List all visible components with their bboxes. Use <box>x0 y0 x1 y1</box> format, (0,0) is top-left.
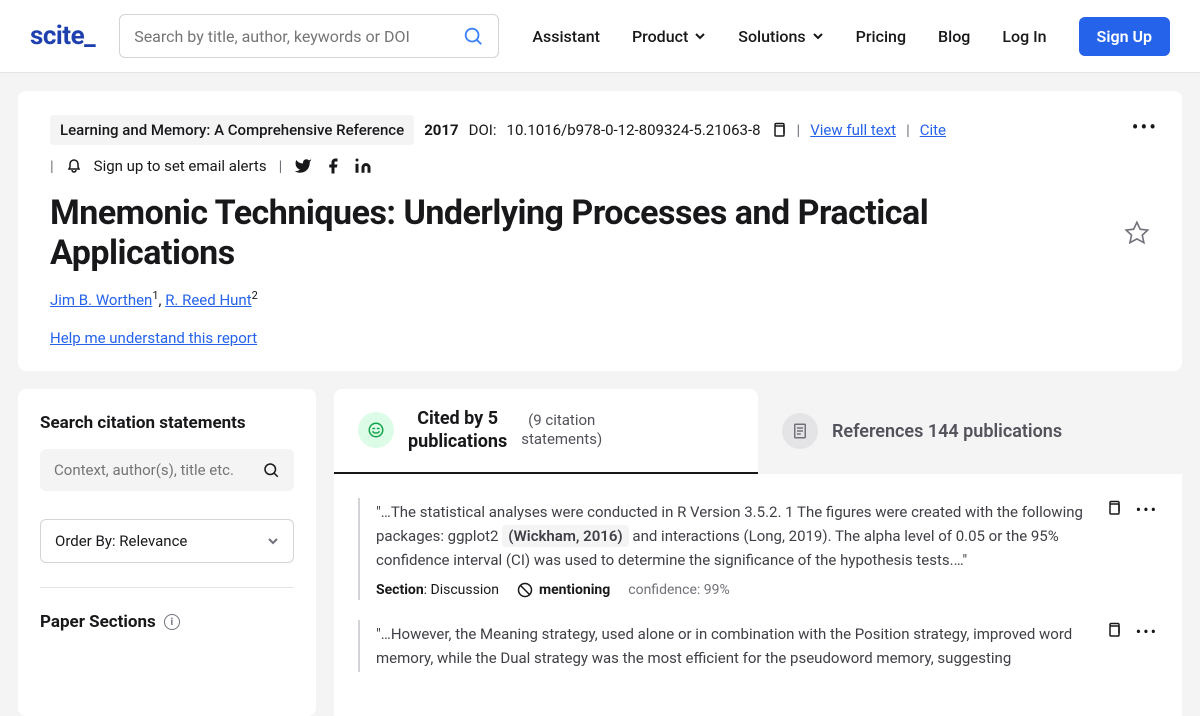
star-icon[interactable] <box>1124 220 1150 246</box>
section-label: Section <box>376 582 424 598</box>
cited-by-line1: Cited by 5 <box>417 407 498 430</box>
affiliation-sup: 2 <box>252 289 258 302</box>
more-menu-icon[interactable]: ••• <box>1136 622 1158 641</box>
separator: | <box>279 157 283 175</box>
logo[interactable]: scite_ <box>30 21 95 51</box>
nav-pricing[interactable]: Pricing <box>856 27 906 46</box>
doi-label: DOI: <box>469 121 497 139</box>
paper-meta-row-2: | Sign up to set email alerts | <box>50 157 1150 175</box>
separator: | <box>906 121 910 139</box>
confidence-label: confidence: <box>628 582 703 598</box>
copy-icon[interactable] <box>1106 500 1122 516</box>
cite-link[interactable]: Cite <box>920 121 946 139</box>
paper-year: 2017 <box>424 121 458 139</box>
citation-actions: ••• <box>1086 620 1158 692</box>
citation-meta: Section: Discussion mentioning confidenc… <box>376 582 1086 598</box>
separator: | <box>797 121 801 139</box>
journal-badge[interactable]: Learning and Memory: A Comprehensive Ref… <box>50 115 414 145</box>
tabs: Cited by 5 publications (9 citation stat… <box>334 389 1182 474</box>
mentioning-icon <box>517 582 533 598</box>
quote-icon <box>367 421 385 439</box>
search-input[interactable] <box>134 27 462 46</box>
nav-product-label: Product <box>632 27 688 46</box>
help-understand-link[interactable]: Help me understand this report <box>50 329 257 347</box>
paper-title: Mnemonic Techniques: Underlying Processe… <box>50 193 1150 273</box>
citation-item: "…However, the Meaning strategy, used al… <box>358 620 1086 672</box>
view-full-text-link[interactable]: View full text <box>810 121 896 139</box>
lower-section: Search citation statements Order By: Rel… <box>18 389 1182 716</box>
facebook-icon[interactable] <box>324 157 342 175</box>
main-column: Cited by 5 publications (9 citation stat… <box>334 389 1182 716</box>
paper-title-text: Mnemonic Techniques: Underlying Processe… <box>50 193 1112 273</box>
document-icon <box>791 422 809 440</box>
section-name: : Discussion <box>424 582 499 598</box>
confidence-value: 99% <box>704 582 730 598</box>
search-citations-title: Search citation statements <box>40 413 294 433</box>
nav-assistant[interactable]: Assistant <box>532 27 600 46</box>
nav-login[interactable]: Log In <box>1002 27 1046 46</box>
references-label: References 144 publications <box>832 420 1062 443</box>
citation-type: mentioning <box>539 582 610 598</box>
citation-row: "…However, the Meaning strategy, used al… <box>358 620 1158 692</box>
cited-by-sub1: (9 citation <box>528 411 595 431</box>
tab-references[interactable]: References 144 publications <box>758 389 1182 474</box>
paper-card: ••• Learning and Memory: A Comprehensive… <box>18 91 1182 371</box>
cited-by-sub2: statements) <box>521 430 602 450</box>
top-header: scite_ Assistant Product Solutions Prici… <box>0 0 1200 73</box>
citation-filter-input[interactable] <box>40 449 294 491</box>
more-menu-icon[interactable]: ••• <box>1136 500 1158 519</box>
citation-actions: ••• <box>1086 498 1158 620</box>
nav-product[interactable]: Product <box>632 27 706 46</box>
author-link[interactable]: Jim B. Worthen <box>50 291 152 309</box>
alerts-text[interactable]: Sign up to set email alerts <box>94 157 267 175</box>
citation-row: "…The statistical analyses were conducte… <box>358 498 1158 620</box>
search-icon[interactable] <box>262 461 280 479</box>
paper-meta-row: Learning and Memory: A Comprehensive Ref… <box>50 115 1150 145</box>
order-by-select[interactable]: Order By: Relevance <box>40 519 294 563</box>
main-nav: Assistant Product Solutions Pricing Blog… <box>532 17 1170 56</box>
citation-pre: "…However, the Meaning strategy, used al… <box>376 625 1072 667</box>
paper-sections-header: Paper Sections i <box>40 612 294 632</box>
authors: Jim B. Worthen1, R. Reed Hunt2 <box>50 289 1150 309</box>
chevron-down-icon <box>812 30 824 42</box>
citation-item: "…The statistical analyses were conducte… <box>358 498 1086 600</box>
search-icon[interactable] <box>462 25 484 47</box>
paper-sections-title: Paper Sections <box>40 612 156 632</box>
order-label: Order By: Relevance <box>55 532 187 550</box>
info-icon[interactable]: i <box>164 614 180 630</box>
author-link[interactable]: R. Reed Hunt <box>165 291 251 309</box>
paper-doi: 10.1016/b978-0-12-809324-5.21063-8 <box>507 121 761 139</box>
nav-solutions-label: Solutions <box>738 27 805 46</box>
affiliation-sup: 1 <box>152 289 158 302</box>
citation-list: "…The statistical analyses were conducte… <box>334 474 1182 716</box>
document-icon-wrap <box>782 413 818 449</box>
citation-text: "…However, the Meaning strategy, used al… <box>376 622 1086 670</box>
quote-icon-wrap <box>358 412 394 448</box>
search-box[interactable] <box>119 14 499 58</box>
linkedin-icon[interactable] <box>354 157 372 175</box>
nav-blog[interactable]: Blog <box>938 27 970 46</box>
divider <box>40 587 294 588</box>
signup-button[interactable]: Sign Up <box>1079 17 1170 56</box>
bell-icon[interactable] <box>66 158 82 174</box>
sidebar: Search citation statements Order By: Rel… <box>18 389 316 716</box>
twitter-icon[interactable] <box>294 157 312 175</box>
citation-text: "…The statistical analyses were conducte… <box>376 500 1086 572</box>
separator: | <box>50 157 54 175</box>
nav-solutions[interactable]: Solutions <box>738 27 823 46</box>
more-menu-icon[interactable]: ••• <box>1132 115 1158 139</box>
cited-by-line2: publications <box>408 430 507 453</box>
chevron-down-icon <box>694 30 706 42</box>
citation-highlight: (Wickham, 2016) <box>502 525 628 547</box>
chevron-down-icon <box>267 535 279 547</box>
copy-icon[interactable] <box>771 122 787 138</box>
tab-cited-by[interactable]: Cited by 5 publications (9 citation stat… <box>334 389 758 474</box>
filter-wrap <box>40 449 294 505</box>
